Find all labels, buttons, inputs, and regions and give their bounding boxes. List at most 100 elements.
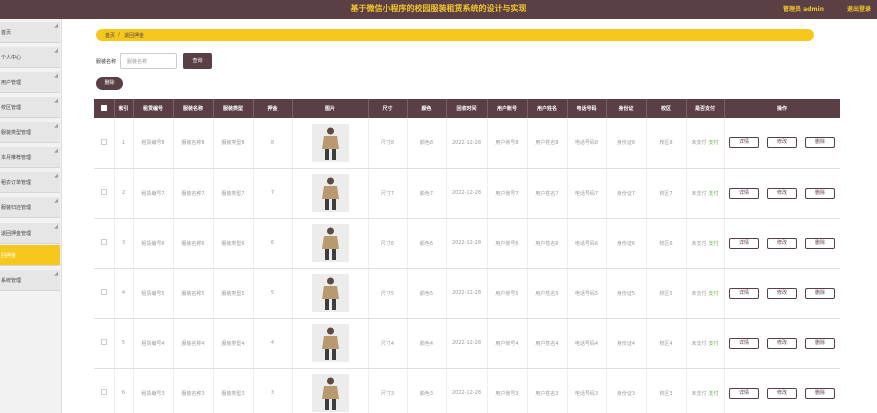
column-header: 尺寸 — [368, 99, 408, 118]
pay-link[interactable]: 支付 — [709, 291, 719, 297]
detail-button[interactable]: 详情 — [729, 137, 759, 149]
pay-link[interactable]: 支付 — [709, 140, 719, 146]
cell-actions: 详情 修改 删除 — [724, 168, 840, 219]
cell-rental-no: 租赁编号3 — [133, 368, 174, 413]
admin-label: 管理员 admin — [782, 6, 824, 13]
detail-button[interactable]: 详情 — [729, 387, 759, 399]
edit-button[interactable]: 修改 — [767, 137, 797, 149]
edit-button[interactable]: 修改 — [767, 387, 797, 399]
cell-select — [94, 218, 115, 269]
cell-deposit: 4 — [253, 318, 293, 369]
cell-pay-status: 未支付 支付 — [686, 218, 725, 269]
table-row: 3 租赁编号6 服装名称6 服装类型6 6 尺寸6 颜色6 2022-12-28 用户账号6 用户… — [94, 218, 840, 269]
batch-delete-button[interactable]: 删除 — [96, 77, 123, 90]
sidebar-item-label: 系统管理 — [1, 278, 22, 284]
cell-phone: 电话号码8 — [567, 118, 607, 169]
sidebar-item[interactable]: 个人中心 ◢ — [0, 47, 60, 68]
delete-button[interactable]: 删除 — [805, 237, 835, 249]
column-header: 用户姓名 — [527, 99, 568, 118]
cell-clothing-name: 服装名称3 — [173, 368, 214, 413]
column-header: 回收时间 — [446, 99, 488, 118]
row-checkbox[interactable] — [100, 389, 107, 395]
column-header: 身份证 — [606, 99, 647, 118]
detail-button[interactable]: 详情 — [729, 337, 759, 349]
detail-button[interactable]: 详情 — [729, 187, 759, 199]
edit-button[interactable]: 修改 — [767, 237, 797, 249]
cell-campus: 校区5 — [646, 268, 687, 319]
cell-account: 用户账号7 — [487, 168, 528, 219]
cell-actions: 详情 修改 删除 — [724, 218, 840, 269]
cell-rental-no: 租赁编号4 — [133, 318, 174, 369]
row-checkbox[interactable] — [100, 289, 107, 295]
table-row: 5 租赁编号4 服装名称4 服装类型4 4 尺寸4 颜色4 2022-12-28 用户账号4 用户… — [94, 318, 840, 369]
edit-button[interactable]: 修改 — [767, 187, 797, 199]
cell-rental-no: 租赁编号8 — [133, 118, 174, 169]
delete-button[interactable]: 删除 — [805, 187, 835, 199]
sidebar-item-label: 首页 — [1, 30, 12, 36]
sidebar-item[interactable]: 服装类型管理 ◢ — [0, 122, 60, 143]
row-checkbox[interactable] — [100, 189, 107, 195]
sidebar-item-label: 服装类型管理 — [1, 130, 32, 136]
corner-arrow-icon: ◢ — [54, 224, 58, 230]
sidebar-item[interactable]: 回押金 — [0, 245, 60, 266]
delete-button[interactable]: 删除 — [805, 387, 835, 399]
cell-user-name: 用户姓名8 — [527, 118, 568, 169]
pay-link[interactable]: 支付 — [709, 341, 719, 347]
column-header: 服装类型 — [213, 99, 254, 118]
table-body: 1 租赁编号8 服装名称8 服装类型8 8 尺寸8 颜色8 2022-12-28 用户账号8 用户… — [94, 118, 840, 413]
delete-button[interactable]: 删除 — [805, 337, 835, 349]
cell-clothing-type: 服装类型7 — [213, 168, 254, 219]
sidebar-item[interactable]: 校区管理 ◢ — [0, 97, 60, 118]
cell-user-name: 用户姓名3 — [527, 368, 568, 413]
clothing-thumbnail — [311, 274, 349, 312]
corner-arrow-icon: ◢ — [54, 173, 58, 179]
cell-color: 颜色8 — [407, 118, 447, 169]
cell-image — [292, 218, 369, 269]
search-input[interactable]: 服装名称 — [120, 53, 177, 69]
pay-link[interactable]: 支付 — [709, 191, 719, 197]
detail-button[interactable]: 详情 — [729, 287, 759, 299]
cell-size: 尺寸3 — [368, 368, 408, 413]
pay-link[interactable]: 支付 — [709, 241, 719, 247]
delete-button[interactable]: 删除 — [805, 287, 835, 299]
sidebar-item[interactable]: 租衣订单管理 ◢ — [0, 172, 60, 193]
cell-size: 尺寸4 — [368, 318, 408, 369]
corner-arrow-icon: ◢ — [54, 73, 58, 79]
detail-button[interactable]: 详情 — [729, 237, 759, 249]
breadcrumb-separator: / — [118, 32, 120, 38]
cell-clothing-type: 服装类型3 — [213, 368, 254, 413]
cell-account: 用户账号3 — [487, 368, 528, 413]
cell-pay-status: 未支付 支付 — [686, 318, 725, 369]
column-header: 颜色 — [407, 99, 447, 118]
edit-button[interactable]: 修改 — [767, 287, 797, 299]
cell-user-name: 用户姓名7 — [527, 168, 568, 219]
row-checkbox[interactable] — [100, 339, 107, 345]
query-button[interactable]: 查询 — [183, 53, 212, 69]
column-header: 索引 — [114, 99, 134, 118]
sidebar-item[interactable]: 退回押金管理 ◢ — [0, 223, 60, 244]
row-checkbox[interactable] — [100, 138, 107, 145]
cell-campus: 校区3 — [646, 368, 687, 413]
sidebar-item[interactable]: 系统管理 ◢ — [0, 270, 60, 291]
logout-link[interactable]: 退出登录 — [847, 4, 871, 13]
sidebar-item[interactable]: 用户管理 ◢ — [0, 72, 60, 93]
breadcrumb-home[interactable]: 首页 — [105, 32, 115, 39]
edit-button[interactable]: 修改 — [767, 337, 797, 349]
cell-id-card: 身份证6 — [606, 218, 647, 269]
select-all-checkbox[interactable] — [100, 104, 107, 111]
row-checkbox[interactable] — [100, 239, 107, 245]
sidebar-item[interactable]: 首页 ◢ — [0, 22, 60, 43]
cell-color: 颜色5 — [407, 268, 447, 319]
sidebar-item[interactable]: 服装归还管理 ◢ — [0, 197, 60, 218]
column-header: 用户账号 — [487, 99, 528, 118]
cell-phone: 电话号码4 — [567, 318, 607, 369]
sidebar-item-label: 租衣订单管理 — [1, 180, 32, 186]
data-table: 索引 租赁编号 服装名称 服装类型 押金 图片 尺寸 颜色 回收时间 用户账号 用户姓名 电话号码 身份… — [94, 99, 840, 413]
cell-select — [94, 368, 115, 413]
cell-actions: 详情 修改 删除 — [724, 318, 840, 369]
cell-size: 尺寸6 — [368, 218, 408, 269]
sidebar-item[interactable]: 本月推荐管理 ◢ — [0, 147, 60, 168]
delete-button[interactable]: 删除 — [805, 137, 835, 149]
cell-account: 用户账号6 — [487, 218, 528, 269]
pay-link[interactable]: 支付 — [709, 391, 719, 397]
